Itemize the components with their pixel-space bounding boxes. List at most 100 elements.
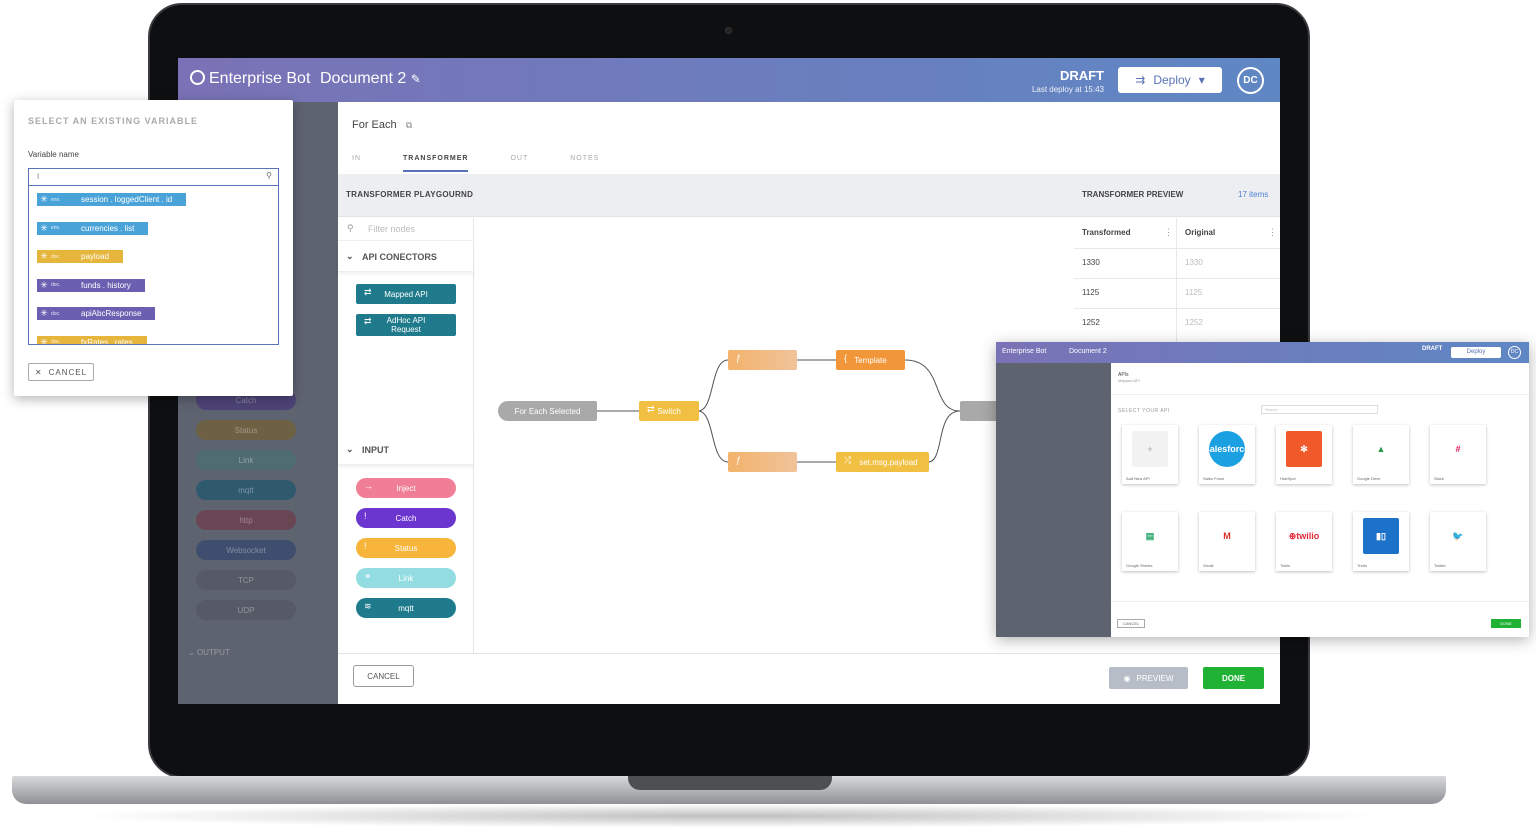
edit-icon[interactable]: ✎ [411,72,421,86]
cell: 1125 [1082,288,1100,297]
variable-item[interactable]: ✳ doc. funds . history [37,278,145,292]
dim-node-link: Link [196,450,296,470]
node-link[interactable]: ⚭ Link [356,568,456,588]
node-status[interactable]: ! Status [356,538,456,558]
avatar[interactable]: DC [1237,67,1264,94]
api-card[interactable]: salesforce Sales Force [1199,425,1255,484]
api-select-label: SELECT YOUR API [1118,408,1170,414]
api-card-label: Sales Force [1203,476,1225,481]
cell: 1125 [1185,288,1203,297]
bot-logo-icon [190,70,205,85]
flow-node-set-payload[interactable]: ⤮ set.msg.payload [836,452,929,472]
category-input[interactable]: ⌄ INPUT [338,437,474,465]
status-label: DRAFT [1059,68,1104,83]
asterisk-icon: ✳ [40,194,48,204]
variable-name: fxRates . rates [81,337,133,345]
api-window-deploy[interactable]: Deploy [1451,347,1501,358]
api-card[interactable]: ✻ HubSpot [1276,425,1332,484]
shuffle-icon: ⤮ [844,455,852,465]
node-adhoc-api[interactable]: ⇄ AdHoc API Request [356,314,456,336]
cell: 1330 [1082,258,1100,267]
flow-node-function-2[interactable]: ƒ [728,452,797,472]
done-button[interactable]: DONE [1203,667,1264,689]
flow-node-for-each[interactable]: For Each Selected [498,401,597,421]
api-card[interactable]: ▤ Google Sheets [1122,512,1178,571]
api-card[interactable]: M Gmail [1199,512,1255,571]
laptop-shadow [70,804,1390,828]
column-divider [1176,218,1177,348]
flow-node-template[interactable]: {Template [836,350,905,370]
exclamation-icon: ! [364,511,367,521]
api-card[interactable]: ⊕twilio Twilio [1276,512,1332,571]
api-card[interactable]: ▮▯ Trello [1353,512,1409,571]
api-card-label: Google Drive [1357,476,1381,481]
variable-list: ✳ env. session . loggedClient . id ✳ env. cur… [28,186,279,345]
variable-item[interactable]: ✳ env. currencies . list [37,221,149,235]
column-menu-icon[interactable]: ⋮ [1164,227,1173,238]
asterisk-icon: ✳ [40,251,48,261]
variable-type: doc. [51,339,61,345]
variable-popup: SELECT AN EXISTING VARIABLE Variable nam… [14,100,293,396]
category-api[interactable]: ⌄ API CONECTORS [338,244,474,272]
api-card-label: Slack [1434,476,1444,481]
cell: 1252 [1185,318,1203,327]
variable-item[interactable]: ✳ doc. fxRates . rates [37,335,147,345]
dim-output-category: ⌄ OUTPUT [188,648,230,657]
api-done-button[interactable]: DONE [1491,619,1521,628]
dim-node-mqtt: mqtt [196,480,296,500]
api-card[interactable]: + Add New API [1122,425,1178,484]
variable-item[interactable]: ✳ doc. payload [37,250,124,263]
variable-name: currencies . list [81,223,135,233]
api-card[interactable]: # Slack [1430,425,1486,484]
laptop-notch [628,776,832,790]
variable-name-label: Variable name [28,150,79,159]
api-search-input[interactable]: Search [1261,405,1378,414]
flow-node-switch[interactable]: ⇄ Switch [639,401,699,421]
document-title[interactable]: Document 2 ✎ [320,70,421,88]
search-icon: ⚲ [266,171,272,180]
deploy-button[interactable]: ⇉ Deploy ▾ [1118,67,1222,93]
twilio-logo-icon: ⊕twilio [1286,518,1322,554]
api-card-label: Add New API [1126,476,1150,481]
api-window-avatar[interactable]: DC [1508,346,1521,359]
cancel-button[interactable]: CANCEL [353,665,414,687]
tab-out[interactable]: OUT [510,155,528,172]
tab-notes[interactable]: NOTES [570,155,599,172]
flow-wires [596,359,961,463]
api-window-sidebar-dimmed [996,363,1111,637]
variable-type: env. [51,225,61,231]
brand-logo[interactable]: Enterprise Bot [190,70,310,88]
node-inject[interactable]: → Inject [356,478,456,498]
api-card-label: Twilio [1280,563,1291,568]
cell: 1330 [1185,258,1203,267]
brace-icon: { [844,353,848,363]
row-divider [1074,308,1280,309]
variable-item[interactable]: ✳ doc. apiAbcResponse [37,307,156,320]
node-catch[interactable]: ! Catch [356,508,456,528]
node-mapped-api[interactable]: ⇄ Mapped API [356,284,456,304]
preview-button[interactable]: ◉ PREVIEW [1109,667,1188,689]
tab-in[interactable]: IN [352,155,361,172]
flow-node-function-1[interactable]: ƒ [728,350,797,370]
variable-name: funds . history [81,280,131,290]
flow-canvas[interactable]: For Each Selected ⇄ Switch ƒ {Template ƒ … [475,218,1073,653]
variable-name: apiAbcResponse [81,309,142,318]
asterisk-icon: ✳ [40,308,48,318]
popup-cancel-button[interactable]: ✕ CANCEL [28,363,94,381]
hubspot-logo-icon: ✻ [1286,431,1322,467]
flow-icon: ⇉ [1135,73,1146,87]
switch-icon: ⇄ [647,404,655,414]
api-card[interactable]: ▲ Google Drive [1353,425,1409,484]
copy-icon[interactable]: ⧉ [406,120,412,130]
node-mqtt[interactable]: ≋ mqtt [356,598,456,618]
variable-search-input[interactable]: I ⚲ [28,168,279,186]
items-count[interactable]: 17 items [1238,190,1268,199]
swap-icon: ⇄ [364,287,372,297]
preview-title: TRANSFORMER PREVIEW [1082,190,1184,199]
filter-input[interactable]: ⚲ Filter nodes [338,218,474,241]
tab-transformer[interactable]: TRANSFORMER [403,155,469,172]
column-menu-icon[interactable]: ⋮ [1268,227,1277,238]
api-card[interactable]: 🐦 Twitter [1430,512,1486,571]
api-cancel-button[interactable]: CANCEL [1117,619,1145,628]
variable-item[interactable]: ✳ env. session . loggedClient . id [37,193,187,206]
